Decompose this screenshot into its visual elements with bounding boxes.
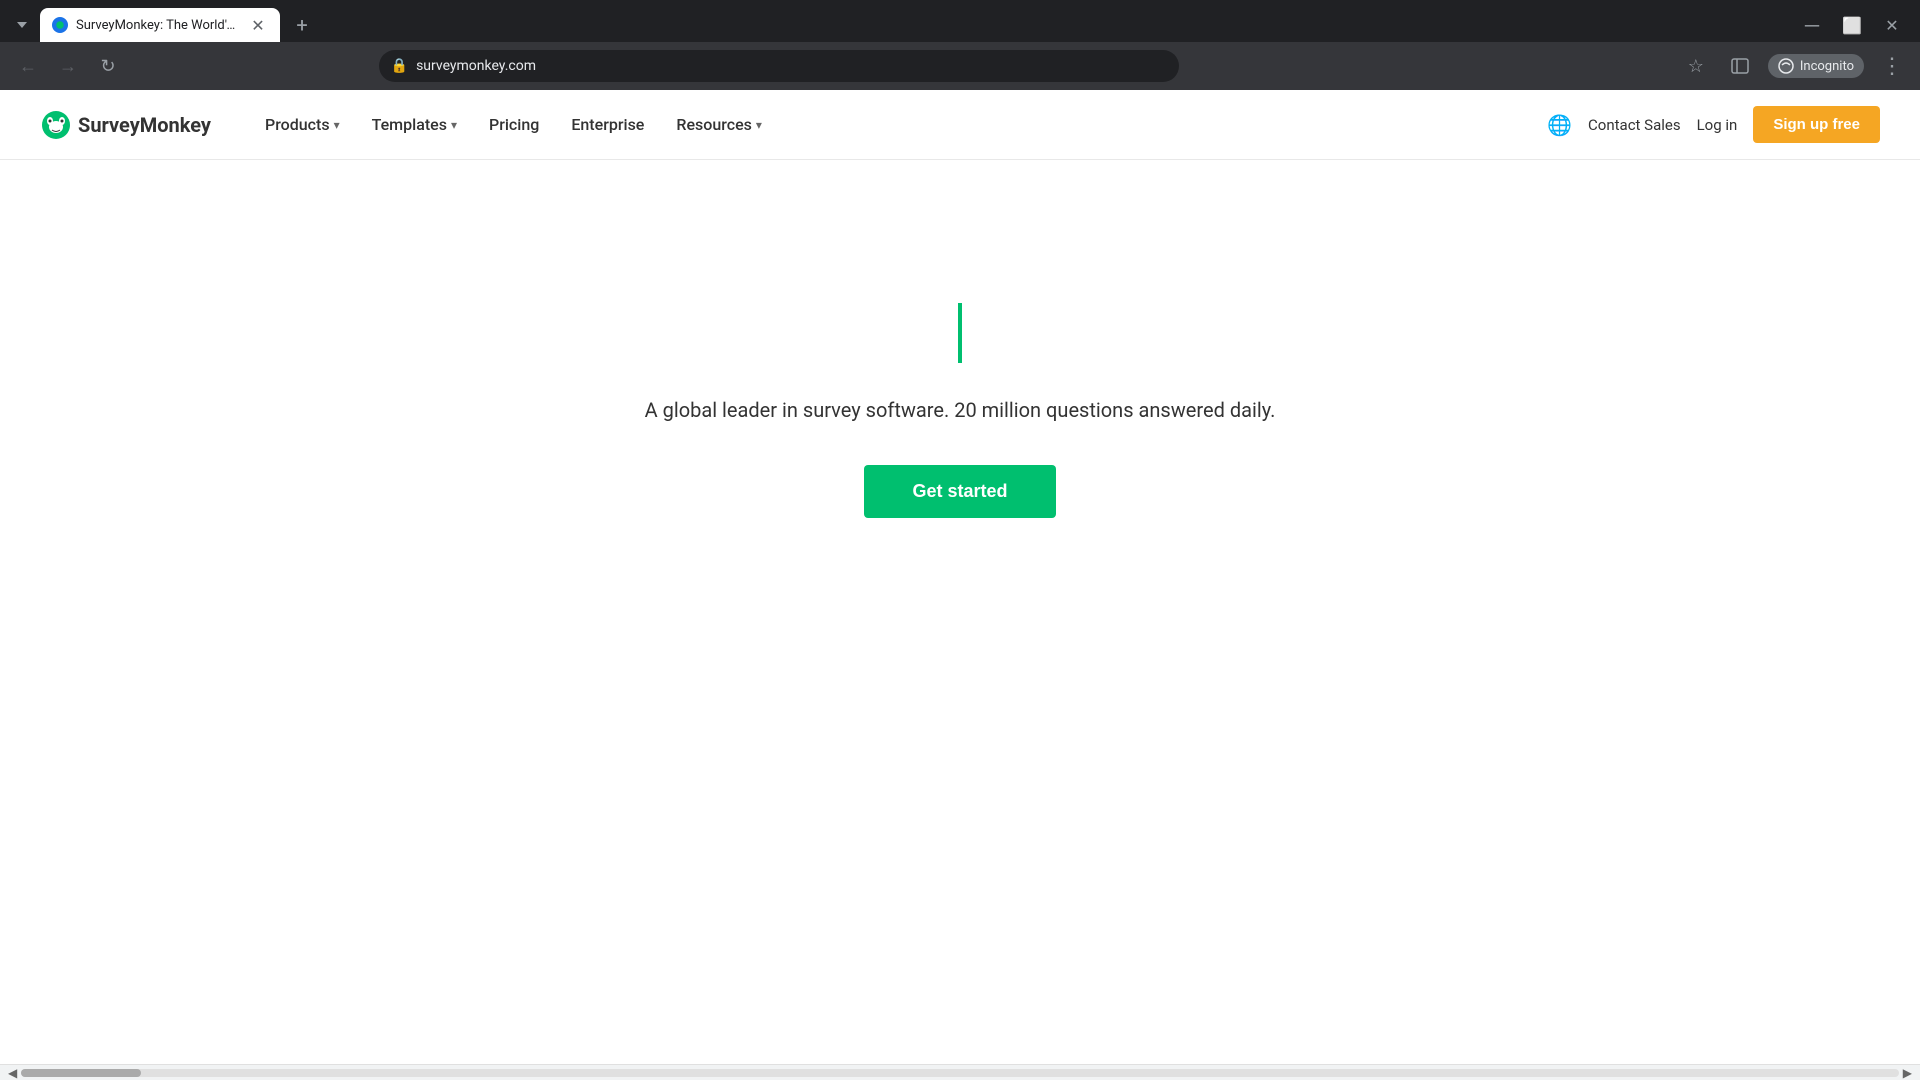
extensions-icon[interactable]: ⋮ (1876, 50, 1908, 82)
tab-bar: SurveyMonkey: The World's M... ✕ + ─ ⬜ ✕ (0, 0, 1920, 42)
nav-resources[interactable]: Resources ▾ (662, 107, 776, 142)
hero-accent-bar (958, 303, 962, 363)
tab-favicon (52, 17, 68, 33)
nav-enterprise-label: Enterprise (571, 115, 644, 134)
tab-title: SurveyMonkey: The World's M... (76, 18, 240, 33)
browser-chrome: SurveyMonkey: The World's M... ✕ + ─ ⬜ ✕… (0, 0, 1920, 90)
hero-subtitle: A global leader in survey software. 20 m… (645, 395, 1276, 425)
globe-icon[interactable]: 🌐 (1547, 113, 1572, 137)
scrollbar-thumb[interactable] (21, 1069, 141, 1077)
nav-products-label: Products (265, 115, 330, 134)
minimize-button[interactable]: ─ (1796, 9, 1828, 41)
products-chevron-icon: ▾ (334, 118, 340, 132)
nav-enterprise[interactable]: Enterprise (557, 107, 658, 142)
signup-button[interactable]: Sign up free (1753, 106, 1880, 143)
maximize-button[interactable]: ⬜ (1836, 9, 1868, 41)
incognito-label: Incognito (1800, 59, 1854, 74)
address-bar[interactable]: 🔒 surveymonkey.com (379, 50, 1179, 82)
browser-toolbar: ← → ↻ 🔒 surveymonkey.com ☆ Incognito ⋮ (0, 42, 1920, 90)
site-navbar: SurveyMonkey Products ▾ Templates ▾ Pric… (0, 90, 1920, 160)
lock-icon: 🔒 (391, 58, 408, 74)
sidebar-icon[interactable] (1724, 50, 1756, 82)
scrollbar-track[interactable] (21, 1069, 1899, 1077)
incognito-button[interactable]: Incognito (1768, 54, 1864, 78)
new-tab-button[interactable]: + (288, 11, 316, 39)
hero-section: A global leader in survey software. 20 m… (0, 160, 1920, 660)
back-button[interactable]: ← (12, 50, 44, 82)
contact-sales-link[interactable]: Contact Sales (1588, 116, 1681, 134)
login-button[interactable]: Log in (1697, 116, 1738, 134)
forward-button[interactable]: → (52, 50, 84, 82)
nav-right: 🌐 Contact Sales Log in Sign up free (1547, 106, 1880, 143)
resources-chevron-icon: ▾ (756, 118, 762, 132)
get-started-button[interactable]: Get started (864, 465, 1055, 518)
scroll-right-arrow[interactable]: ▶ (1899, 1064, 1916, 1082)
logo-text: SurveyMonkey (78, 113, 211, 137)
reload-button[interactable]: ↻ (92, 50, 124, 82)
tab-close-button[interactable]: ✕ (248, 15, 268, 35)
active-tab[interactable]: SurveyMonkey: The World's M... ✕ (40, 8, 280, 42)
horizontal-scrollbar[interactable]: ◀ ▶ (0, 1064, 1920, 1080)
scroll-left-arrow[interactable]: ◀ (4, 1064, 21, 1082)
nav-products[interactable]: Products ▾ (251, 107, 354, 142)
nav-links: Products ▾ Templates ▾ Pricing Enterpris… (251, 107, 1547, 142)
nav-pricing[interactable]: Pricing (475, 107, 553, 142)
website-content: SurveyMonkey Products ▾ Templates ▾ Pric… (0, 90, 1920, 1064)
tab-dropdown[interactable] (8, 11, 36, 39)
templates-chevron-icon: ▾ (451, 118, 457, 132)
close-button[interactable]: ✕ (1876, 9, 1908, 41)
nav-pricing-label: Pricing (489, 115, 539, 134)
nav-templates-label: Templates (372, 115, 447, 134)
nav-resources-label: Resources (676, 115, 752, 134)
bookmark-icon[interactable]: ☆ (1680, 50, 1712, 82)
site-logo[interactable]: SurveyMonkey (40, 109, 211, 141)
url-text: surveymonkey.com (416, 58, 1167, 74)
nav-templates[interactable]: Templates ▾ (358, 107, 471, 142)
